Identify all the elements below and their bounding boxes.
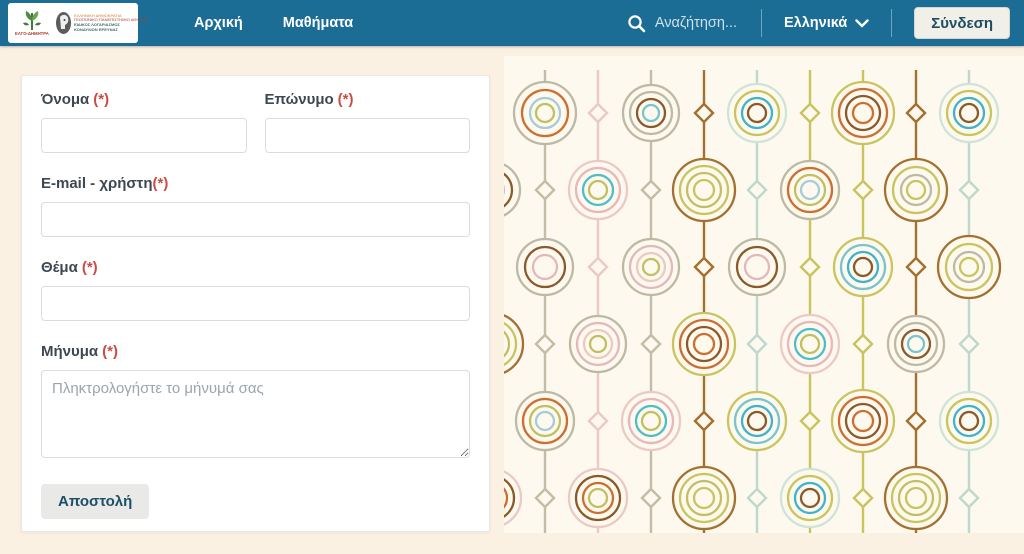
submit-button[interactable]: Αποστολή <box>41 484 149 519</box>
header-right: Αναζήτηση... Ελληνικά Σύνδεση <box>625 7 1010 39</box>
header-search[interactable]: Αναζήτηση... <box>625 10 739 37</box>
subject-field-group: Θέμα(*) <box>41 259 470 321</box>
header-divider <box>761 9 762 37</box>
elgo-plant-icon <box>19 9 45 31</box>
required-marker: (*) <box>102 343 118 360</box>
header-divider <box>891 9 892 37</box>
first-name-field-group: Όνομα(*) <box>41 91 247 153</box>
search-placeholder-text: Αναζήτηση... <box>655 15 737 31</box>
subject-input[interactable] <box>41 286 470 321</box>
message-field-group: Μήνυμα(*) <box>41 343 470 463</box>
required-marker: (*) <box>82 259 98 276</box>
site-logo[interactable]: ΕΛΓΟ-ΔΗΜΗΤΡΑ ΕΛΛΗΝΙΚΗ ΔΗΜΟΚΡΑΤΙΑ ΓΕΩΠΟΝΙ… <box>8 3 138 43</box>
elgo-dimitra-logo: ΕΛΓΟ-ΔΗΜΗΤΡΑ <box>12 9 52 37</box>
email-input[interactable] <box>41 202 470 237</box>
required-marker: (*) <box>93 91 109 108</box>
login-button[interactable]: Σύνδεση <box>914 7 1010 39</box>
main-nav: Αρχική Μαθήματα <box>194 15 353 31</box>
decorative-pattern <box>504 56 1024 533</box>
logo-text-line: ΚΟΝΔΥΛΙΩΝ ΕΡΕΥΝΑΣ <box>74 28 148 32</box>
subject-label: Θέμα(*) <box>41 259 470 276</box>
chevron-down-icon <box>855 19 869 28</box>
university-logo-text: ΕΛΛΗΝΙΚΗ ΔΗΜΟΚΡΑΤΙΑ ΓΕΩΠΟΝΙΚΟ ΠΑΝΕΠΙΣΤΗΜ… <box>74 14 157 32</box>
elgo-logo-text: ΕΛΓΟ-ΔΗΜΗΤΡΑ <box>15 31 49 36</box>
header: ΕΛΓΟ-ΔΗΜΗΤΡΑ ΕΛΛΗΝΙΚΗ ΔΗΜΟΚΡΑΤΙΑ ΓΕΩΠΟΝΙ… <box>0 0 1024 46</box>
first-name-input[interactable] <box>41 118 247 153</box>
page: ΕΛΓΟ-ΔΗΜΗΤΡΑ ΕΛΛΗΝΙΚΗ ΔΗΜΟΚΡΑΤΙΑ ΓΕΩΠΟΝΙ… <box>0 0 1024 554</box>
required-marker: (*) <box>338 91 354 108</box>
last-name-input[interactable] <box>265 118 471 153</box>
email-field-group: E-mail - χρήστη(*) <box>41 175 470 237</box>
message-label: Μήνυμα(*) <box>41 343 470 360</box>
contact-form-card: Όνομα(*) Επώνυμο(*) E-mail - χρήστη(*) Θ… <box>21 75 490 532</box>
athena-head-icon <box>55 11 72 35</box>
last-name-field-group: Επώνυμο(*) <box>265 91 471 153</box>
nav-item-courses[interactable]: Μαθήματα <box>283 15 353 31</box>
circles-pattern-graphic <box>504 56 1024 533</box>
required-marker: (*) <box>153 175 169 192</box>
language-label: Ελληνικά <box>784 15 847 31</box>
nav-item-home[interactable]: Αρχική <box>194 15 243 31</box>
search-icon <box>627 14 646 33</box>
first-name-label: Όνομα(*) <box>41 91 247 108</box>
name-row: Όνομα(*) Επώνυμο(*) <box>41 91 470 153</box>
language-selector[interactable]: Ελληνικά <box>784 15 869 31</box>
email-label: E-mail - χρήστη(*) <box>41 175 470 192</box>
message-textarea[interactable] <box>41 370 470 458</box>
university-logo: ΕΛΛΗΝΙΚΗ ΔΗΜΟΚΡΑΤΙΑ ΓΕΩΠΟΝΙΚΟ ΠΑΝΕΠΙΣΤΗΜ… <box>55 11 157 35</box>
last-name-label: Επώνυμο(*) <box>265 91 471 108</box>
